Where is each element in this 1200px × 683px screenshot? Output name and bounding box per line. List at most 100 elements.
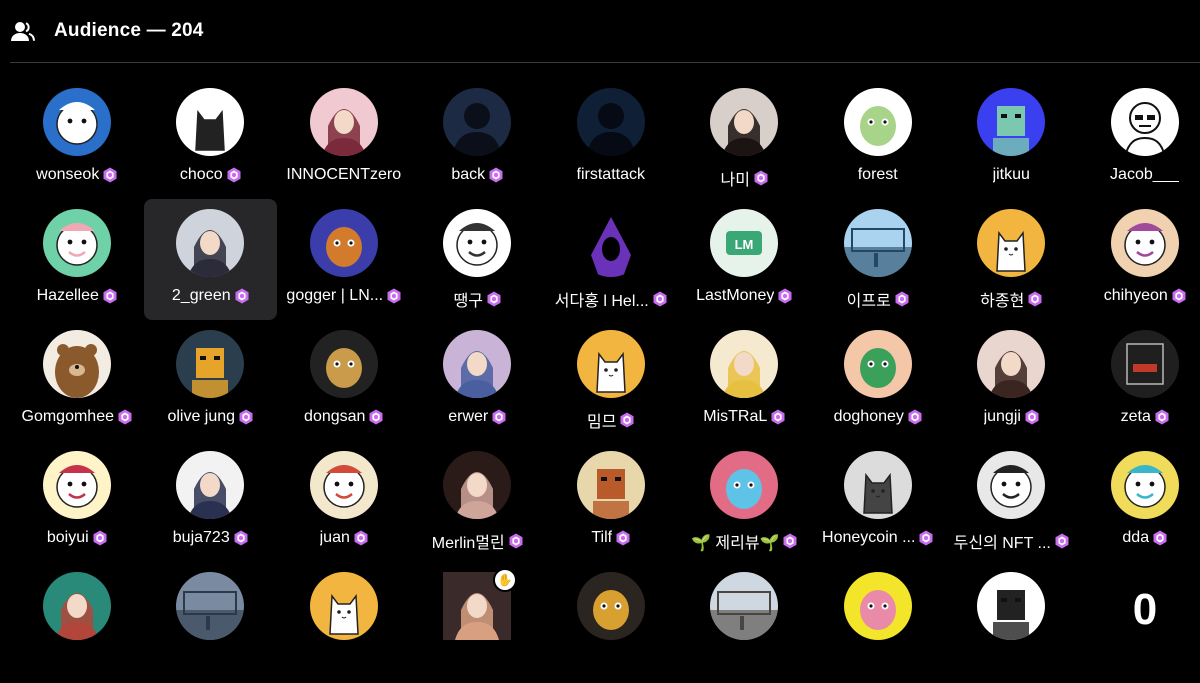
svg-text:0: 0 — [1133, 585, 1157, 634]
audience-member[interactable]: 두신의 NFT ... — [945, 441, 1079, 562]
audience-member[interactable]: 서다홍 l Hel... — [544, 199, 678, 320]
audience-member[interactable]: 밈므 — [544, 320, 678, 441]
member-name-row: olive jung — [167, 408, 253, 426]
audience-member[interactable] — [678, 562, 812, 683]
svg-text:LM: LM — [735, 237, 754, 252]
avatar — [977, 451, 1046, 519]
audience-member[interactable]: Merlin멀린 — [411, 441, 545, 562]
member-name: doghoney — [833, 408, 904, 425]
avatar — [42, 451, 111, 519]
audience-member[interactable]: chihyeon — [1078, 199, 1200, 320]
avatar — [443, 330, 512, 398]
audience-member[interactable]: 이프로 — [811, 199, 945, 320]
avatar — [42, 88, 111, 156]
audience-member[interactable]: INNOCENTzero — [277, 78, 411, 199]
audience-member[interactable] — [144, 562, 278, 683]
member-name: juan — [319, 529, 350, 546]
audience-member[interactable] — [10, 562, 144, 683]
nitro-gem-icon — [1028, 291, 1042, 307]
audience-member[interactable]: choco — [144, 78, 278, 199]
nitro-gem-icon — [1055, 533, 1069, 549]
member-name: erwer — [448, 408, 489, 425]
audience-member[interactable]: Jacob___ — [1078, 78, 1200, 199]
member-name-row: dda — [1122, 529, 1167, 547]
member-name-row: 밈므 — [587, 408, 634, 432]
audience-member[interactable]: 🌱 제리뷰🌱 — [678, 441, 812, 562]
member-name: Tilf — [591, 529, 613, 546]
nitro-gem-icon — [771, 409, 785, 425]
member-name: zeta — [1120, 408, 1151, 425]
member-name: olive jung — [167, 408, 236, 425]
member-name: MisTRaL — [703, 408, 768, 425]
audience-member[interactable]: zeta — [1078, 320, 1200, 441]
audience-member[interactable]: olive jung — [144, 320, 278, 441]
avatar — [576, 330, 645, 398]
audience-member[interactable]: Gomgomhee — [10, 320, 144, 441]
audience-member[interactable]: erwer — [411, 320, 545, 441]
avatar — [710, 330, 779, 398]
nitro-gem-icon — [908, 409, 922, 425]
audience-member[interactable]: gogger | LN... — [277, 199, 411, 320]
avatar — [176, 572, 245, 640]
audience-member[interactable]: jungji — [945, 320, 1079, 441]
audience-member[interactable]: Tilf — [544, 441, 678, 562]
member-name-row: INNOCENTzero — [286, 166, 401, 184]
audience-member[interactable]: boiyui — [10, 441, 144, 562]
member-name: wonseok — [36, 166, 100, 183]
member-name: gogger | LN... — [286, 287, 384, 304]
nitro-gem-icon — [118, 409, 132, 425]
audience-member[interactable]: juan — [277, 441, 411, 562]
member-name: 나미 — [720, 172, 750, 189]
member-name-row: jitkuu — [993, 166, 1030, 184]
audience-member[interactable]: forest — [811, 78, 945, 199]
member-name: 하종현 — [980, 293, 1025, 310]
member-name-row: MisTRaL — [703, 408, 785, 426]
audience-member[interactable]: dda — [1078, 441, 1200, 562]
audience-member[interactable]: 하종현 — [945, 199, 1079, 320]
avatar — [309, 209, 378, 277]
avatar — [576, 88, 645, 156]
member-name-row: gogger | LN... — [286, 287, 401, 305]
audience-member[interactable]: ✋ — [411, 562, 545, 683]
nitro-gem-icon — [620, 412, 634, 428]
avatar — [1110, 451, 1179, 519]
avatar — [176, 209, 245, 277]
avatar — [576, 572, 645, 640]
member-name: 2_green — [171, 287, 231, 304]
member-name-row: jungji — [984, 408, 1039, 426]
member-name-row: buja723 — [173, 529, 248, 547]
audience-member[interactable]: back — [411, 78, 545, 199]
avatar — [576, 209, 645, 277]
audience-member[interactable]: 2_green — [143, 199, 277, 320]
audience-header: Audience — 204 — [0, 0, 1200, 62]
audience-member[interactable] — [277, 562, 411, 683]
audience-member[interactable] — [945, 562, 1079, 683]
header-divider — [10, 62, 1200, 63]
audience-member[interactable]: MisTRaL — [678, 320, 812, 441]
nitro-gem-icon — [778, 288, 792, 304]
member-name-row: 서다홍 l Hel... — [555, 287, 667, 311]
member-name: Honeycoin ... — [822, 529, 916, 546]
audience-member[interactable]: buja723 — [144, 441, 278, 562]
audience-member[interactable]: 0 — [1078, 562, 1200, 683]
audience-member[interactable] — [811, 562, 945, 683]
member-name: jitkuu — [992, 166, 1030, 183]
audience-member[interactable]: doghoney — [811, 320, 945, 441]
audience-member[interactable]: firstattack — [544, 78, 678, 199]
audience-member[interactable]: 나미 — [678, 78, 812, 199]
member-name: Gomgomhee — [21, 408, 115, 425]
audience-member[interactable]: dongsan — [277, 320, 411, 441]
audience-member[interactable] — [544, 562, 678, 683]
audience-member[interactable]: LM LastMoney — [678, 199, 812, 320]
audience-member[interactable]: 땡구 — [411, 199, 545, 320]
audience-member[interactable]: Honeycoin ... — [811, 441, 945, 562]
avatar — [443, 451, 512, 519]
audience-member[interactable]: wonseok — [10, 78, 144, 199]
audience-member[interactable]: jitkuu — [945, 78, 1079, 199]
member-name-row: Honeycoin ... — [822, 529, 933, 547]
member-name-row: 2_green — [172, 287, 249, 305]
nitro-gem-icon — [487, 291, 501, 307]
member-name: back — [451, 166, 486, 183]
member-name-row: doghoney — [834, 408, 922, 426]
audience-member[interactable]: Hazellee — [10, 199, 144, 320]
